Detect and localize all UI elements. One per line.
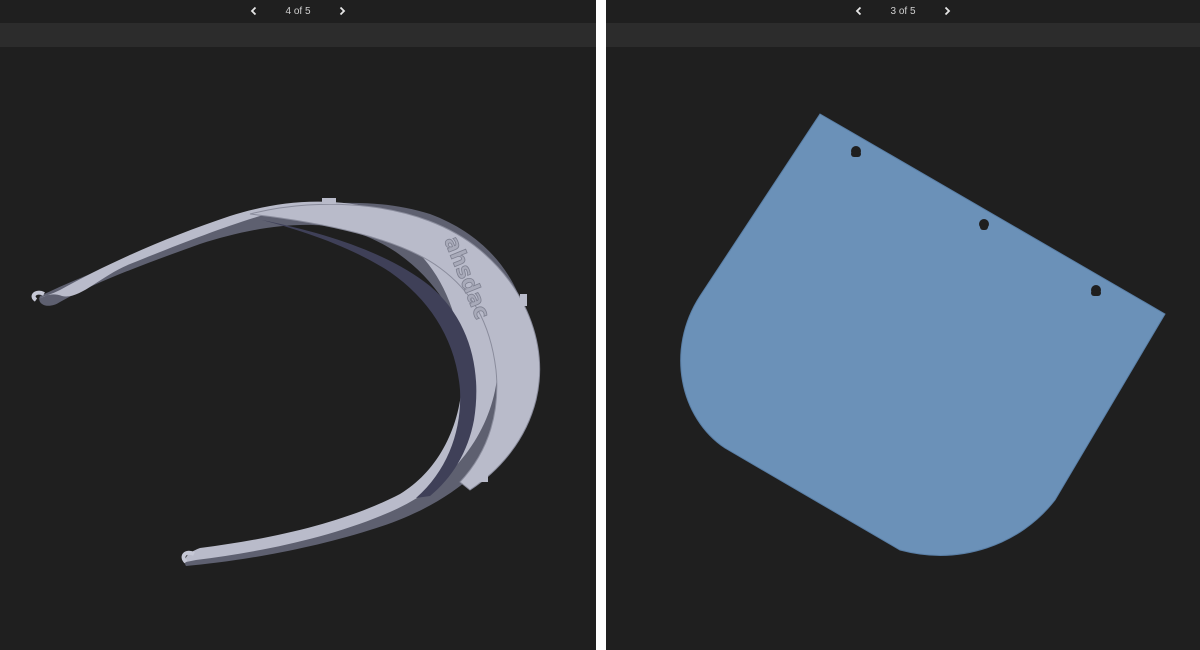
viewer-panel-right: 3 of 5 — [606, 0, 1200, 650]
viewer-toolbar — [606, 23, 1200, 47]
viewer-panel-left: 4 of 5 ahsdac — [0, 0, 596, 650]
visor-model — [680, 113, 1166, 556]
page-indicator: 3 of 5 — [890, 5, 916, 17]
viewer-toolbar — [0, 23, 596, 47]
chevron-right-icon — [339, 6, 345, 16]
page-indicator: 4 of 5 — [285, 5, 311, 17]
chevron-right-icon — [944, 6, 950, 16]
headband-model: ahsdac — [31, 198, 541, 566]
previous-button[interactable] — [850, 3, 868, 19]
3d-viewport[interactable] — [606, 47, 1200, 650]
chevron-left-icon — [856, 6, 862, 16]
pager: 3 of 5 — [606, 0, 1200, 22]
chevron-left-icon — [251, 6, 257, 16]
pager: 4 of 5 — [0, 0, 596, 22]
next-button[interactable] — [333, 3, 351, 19]
next-button[interactable] — [938, 3, 956, 19]
3d-viewport[interactable]: ahsdac — [0, 47, 596, 650]
previous-button[interactable] — [245, 3, 263, 19]
